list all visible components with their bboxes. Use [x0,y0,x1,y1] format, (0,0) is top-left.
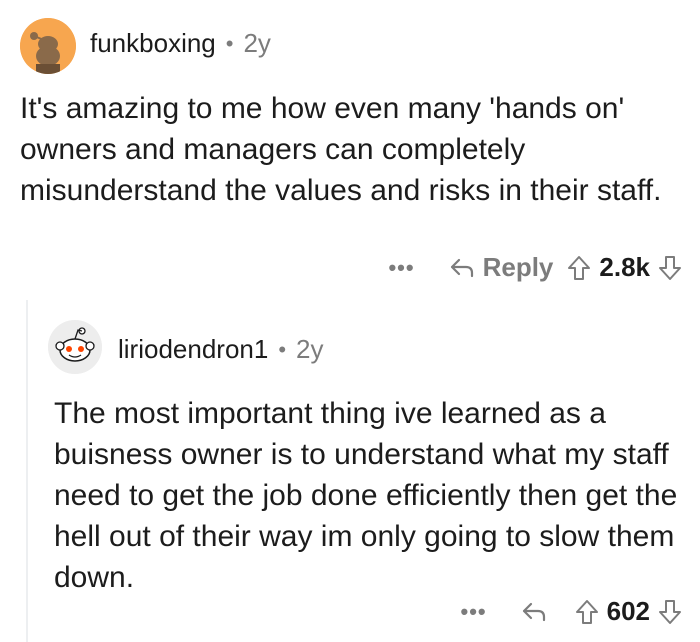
downvote-arrow-icon[interactable] [658,255,682,281]
comment-funkboxing: funkboxing • 2y It's amazing to me how e… [0,0,700,300]
reply-arrow-icon [522,602,545,621]
username[interactable]: funkboxing [90,28,216,59]
comment-age: 2y [296,334,324,364]
upvote-arrow-icon[interactable] [575,599,599,625]
more-dots-icon[interactable]: ••• [388,255,414,281]
vote-controls: 602 [575,596,682,627]
comment-body: It's amazing to me how even many 'hands … [20,92,662,207]
comment-actions: ••• Reply 2.8k [374,252,682,283]
comment-meta: liriodendron1 • 2y [118,334,324,365]
reply-label: Reply [482,252,554,282]
reply-button[interactable] [521,601,547,623]
comment-body: The most important thing ive learned as … [54,397,678,594]
avatar[interactable] [20,18,76,74]
reply-arrow-icon [450,258,473,277]
separator-dot: • [225,30,234,56]
vote-score: 602 [606,596,650,626]
vote-controls: 2.8k [567,252,682,283]
snoo-avatar-icon [48,320,102,374]
comment-meta: funkboxing • 2y [90,28,271,59]
username[interactable]: liriodendron1 [118,334,268,365]
comment-age: 2y [243,28,271,58]
downvote-arrow-icon[interactable] [658,599,682,625]
avatar[interactable] [48,320,102,374]
comment-actions: ••• 602 [447,596,683,627]
separator-dot: • [278,336,287,362]
more-dots-icon[interactable]: ••• [461,599,487,625]
snoo-avatar-icon [20,18,76,74]
upvote-arrow-icon[interactable] [567,255,591,281]
vote-score: 2.8k [599,252,650,282]
reply-button[interactable]: Reply [449,252,554,283]
